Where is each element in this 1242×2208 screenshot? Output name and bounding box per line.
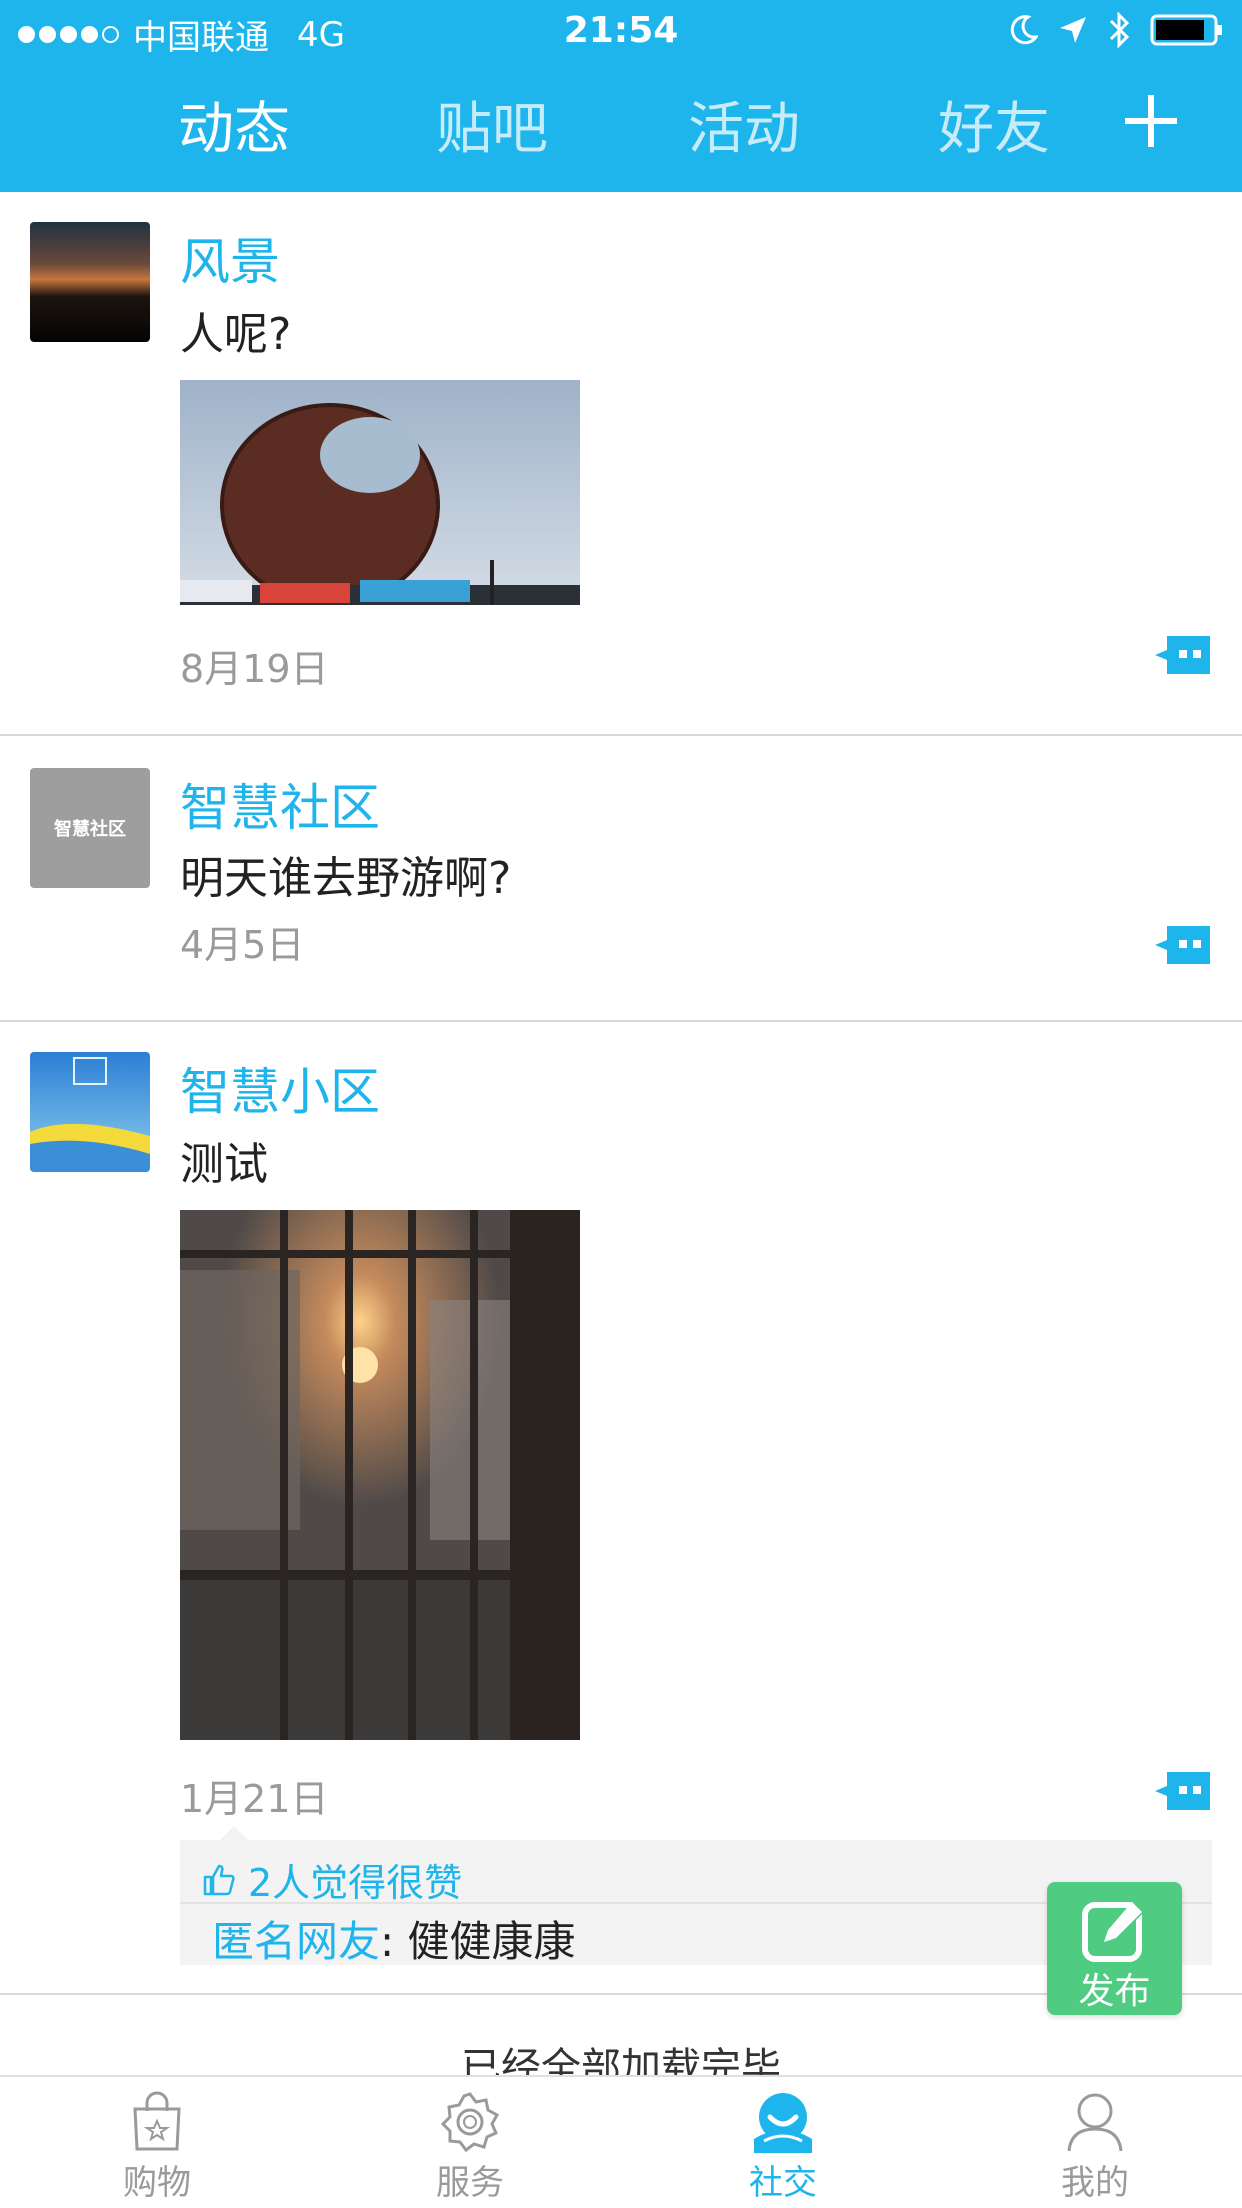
add-icon[interactable] [1125,95,1177,147]
avatar[interactable] [30,222,150,342]
status-bar: 中国联通 4G 21:54 [0,0,1242,62]
publish-button[interactable]: 发布 [1047,1882,1182,2015]
nav-label-service: 服务 [436,2163,504,2203]
location-arrow-icon [1060,17,1086,43]
comment-icon[interactable] [1155,926,1210,964]
post-author[interactable]: 风景 [180,222,280,294]
comment-icon[interactable] [1155,636,1210,674]
post-date: 8月19日 [180,647,329,691]
shopping-bag-icon [133,2091,181,2151]
post-author[interactable]: 智慧小区 [180,1052,380,1124]
tab-haoyou[interactable]: 好友 [938,84,1050,165]
tab-huodong[interactable]: 活动 [688,84,800,165]
comment-text: 健健康康 [407,1917,576,1966]
post-text: 明天谁去野游啊? [180,853,512,904]
nav-mine[interactable]: 我的 [995,2091,1195,2204]
battery-icon [1150,14,1222,46]
feed-post: 风景 人呢? 8月19日 [0,192,1242,736]
service-gear-icon [440,2092,500,2153]
nav-label-social: 社交 [749,2163,817,2203]
avatar[interactable]: 智慧社区 [30,768,150,888]
post-image[interactable] [180,1210,580,1740]
feed-post: 智慧社区 智慧社区 明天谁去野游啊? 4月5日 [0,736,1242,1022]
nav-service[interactable]: 服务 [370,2091,570,2204]
comment-icon[interactable] [1155,1772,1210,1810]
tab-tieba[interactable]: 贴吧 [436,84,548,165]
top-tabs: 动态 贴吧 活动 好友 [0,62,1242,192]
moon-icon [1010,15,1038,45]
nav-shopping[interactable]: 购物 [57,2091,257,2204]
publish-label: 发布 [1078,1971,1151,2012]
likes-text: 2人觉得很赞 [248,1861,463,1905]
person-icon [1067,2093,1123,2152]
post-author[interactable]: 智慧社区 [180,768,380,840]
edit-icon [1082,1901,1146,1962]
post-image[interactable] [180,380,580,605]
avatar-logo-text: 智慧社区 [54,819,126,840]
thumbs-up-icon [203,1864,235,1895]
post-text: 人呢? [180,309,292,360]
nav-label-mine: 我的 [1061,2163,1129,2203]
post-text: 测试 [180,1139,268,1190]
comment-user[interactable]: 匿名网友 [212,1917,380,1966]
tab-dongtai[interactable]: 动态 [178,84,290,165]
bluetooth-icon [1109,12,1130,48]
bottom-nav: 购物 服务 社交 我的 [0,2075,1242,2208]
avatar[interactable] [30,1052,150,1172]
nav-social[interactable]: 社交 [683,2091,883,2204]
post-date: 1月21日 [180,1777,329,1821]
social-icon [754,2093,812,2153]
top-header: 中国联通 4G 21:54 动态 贴吧 活动 好友 [0,0,1242,192]
nav-label-shopping: 购物 [123,2163,191,2203]
comment-item[interactable]: 匿名网友: 健健康康 [212,1908,576,1969]
post-date: 4月5日 [180,923,305,967]
comment-separator: : [380,1917,408,1966]
likes-summary[interactable]: 2人觉得很赞 [202,1852,462,1907]
